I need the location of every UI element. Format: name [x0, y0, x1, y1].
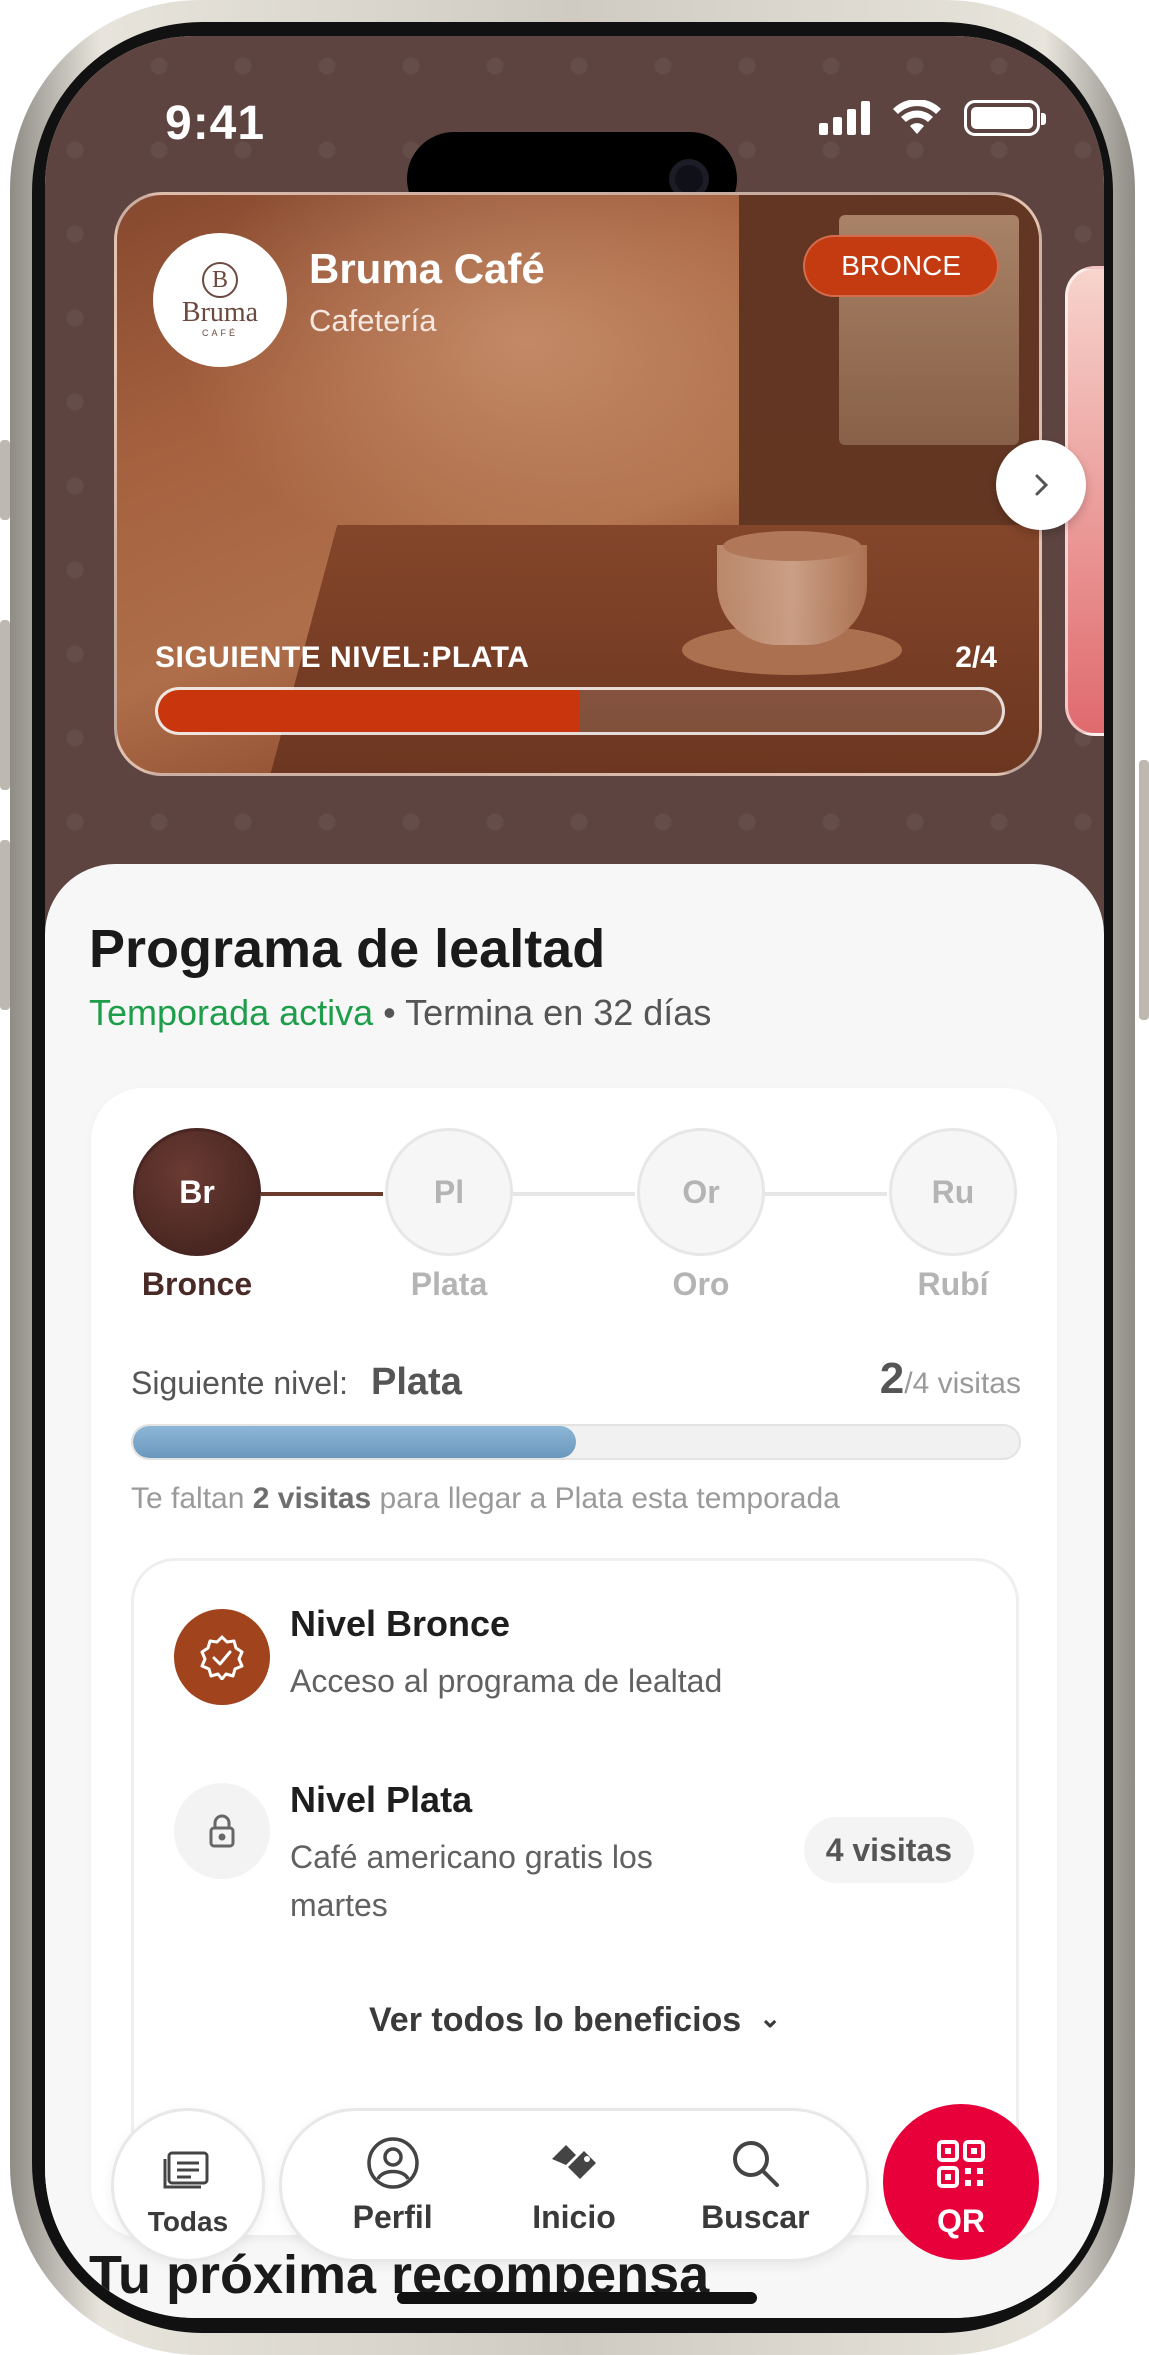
wifi-icon — [893, 100, 941, 134]
power-button — [1139, 760, 1149, 1020]
card-progress-fill — [158, 690, 580, 732]
cards-icon — [163, 2151, 209, 2189]
benefit-desc: Acceso al programa de lealtad — [290, 1663, 723, 1699]
loyalty-panel: Br Bronce Pl Plata Or Oro Ru Rubí Siguie… — [91, 1088, 1057, 2238]
volume-up-button — [0, 620, 10, 790]
lock-icon — [174, 1783, 270, 1879]
visits-required-chip: 4 visitas — [803, 1817, 974, 1883]
screen: 9:41 B Bruma CAFÉ Bruma Café Cafetería B… — [45, 36, 1104, 2318]
next-level-label: SIGUIENTE NIVEL:PLATA — [155, 641, 530, 674]
tier-connector — [261, 1192, 383, 1196]
page-title: Programa de lealtad — [89, 919, 606, 979]
home-indicator[interactable] — [397, 2292, 757, 2304]
tier-oro[interactable]: Or Oro — [635, 1128, 767, 1303]
cellular-signal-icon — [819, 101, 870, 135]
volume-down-button — [0, 840, 10, 1010]
action-button — [0, 440, 10, 520]
nav-pill: Perfil Inicio Buscar — [279, 2108, 869, 2262]
tier-badge: BRONCE — [803, 235, 999, 297]
season-status: Temporada activa — [89, 992, 374, 1033]
tier-connector — [765, 1192, 887, 1196]
season-ends: Termina en 32 días — [405, 992, 712, 1033]
nav-inicio[interactable]: Inicio — [489, 2135, 659, 2236]
tier-connector — [513, 1192, 635, 1196]
card-progress-bar — [155, 687, 1005, 735]
chevron-right-icon — [1035, 474, 1049, 496]
qr-code-icon — [937, 2140, 985, 2188]
nav-qr[interactable]: QR — [883, 2104, 1039, 2260]
tier-plata[interactable]: Pl Plata — [383, 1128, 515, 1303]
status-time: 9:41 — [165, 97, 266, 150]
battery-icon — [964, 100, 1046, 136]
next-level-key: Siguiente nivel: — [131, 1365, 349, 1401]
user-icon — [366, 2136, 419, 2189]
tier-rubi[interactable]: Ru Rubí — [887, 1128, 1019, 1303]
nav-buscar[interactable]: Buscar — [670, 2135, 840, 2236]
merchant-logo: B Bruma CAFÉ — [153, 233, 287, 367]
search-icon — [733, 2140, 780, 2187]
see-all-benefits-button[interactable]: Ver todos lo beneficios ⌄ — [134, 2001, 1016, 2040]
tickets-icon — [551, 2144, 596, 2179]
benefit-title: Nivel Bronce — [290, 1603, 511, 1644]
next-level-row: Siguiente nivel: Plata 2/4 visitas — [131, 1354, 1021, 1408]
visits-hint: Te faltan 2 visitas para llegar a Plata … — [131, 1482, 840, 1515]
next-card-button[interactable] — [996, 440, 1086, 530]
merchant-category: Cafetería — [309, 303, 437, 338]
progress-count: 2/4 — [955, 641, 997, 674]
loyalty-card[interactable]: B Bruma CAFÉ Bruma Café Cafetería BRONCE… — [114, 192, 1042, 776]
benefit-desc: Café americano gratis los martes — [290, 1839, 653, 1923]
nav-perfil[interactable]: Perfil — [308, 2135, 478, 2236]
status-icons — [819, 100, 1046, 136]
tier-stepper: Br Bronce Pl Plata Or Oro Ru Rubí — [131, 1128, 1021, 1308]
visits-progress-bar — [131, 1424, 1021, 1460]
chevron-down-icon: ⌄ — [759, 2003, 781, 2033]
next-level-value: Plata — [371, 1361, 462, 1403]
status-bar: 9:41 — [45, 96, 1104, 226]
tier-bronce[interactable]: Br Bronce — [131, 1128, 263, 1303]
merchant-name: Bruma Café — [309, 245, 545, 292]
badge-check-icon — [174, 1609, 270, 1705]
visits-count: 2/4 visitas — [879, 1354, 1021, 1403]
nav-todas[interactable]: Todas — [111, 2108, 265, 2262]
benefit-title: Nivel Plata — [290, 1779, 473, 1820]
visits-progress-fill — [133, 1426, 576, 1458]
bottom-navigation: Todas Perfil Inicio Buscar QR — [45, 2076, 1104, 2262]
season-info: Temporada activa • Termina en 32 días — [89, 992, 712, 1033]
